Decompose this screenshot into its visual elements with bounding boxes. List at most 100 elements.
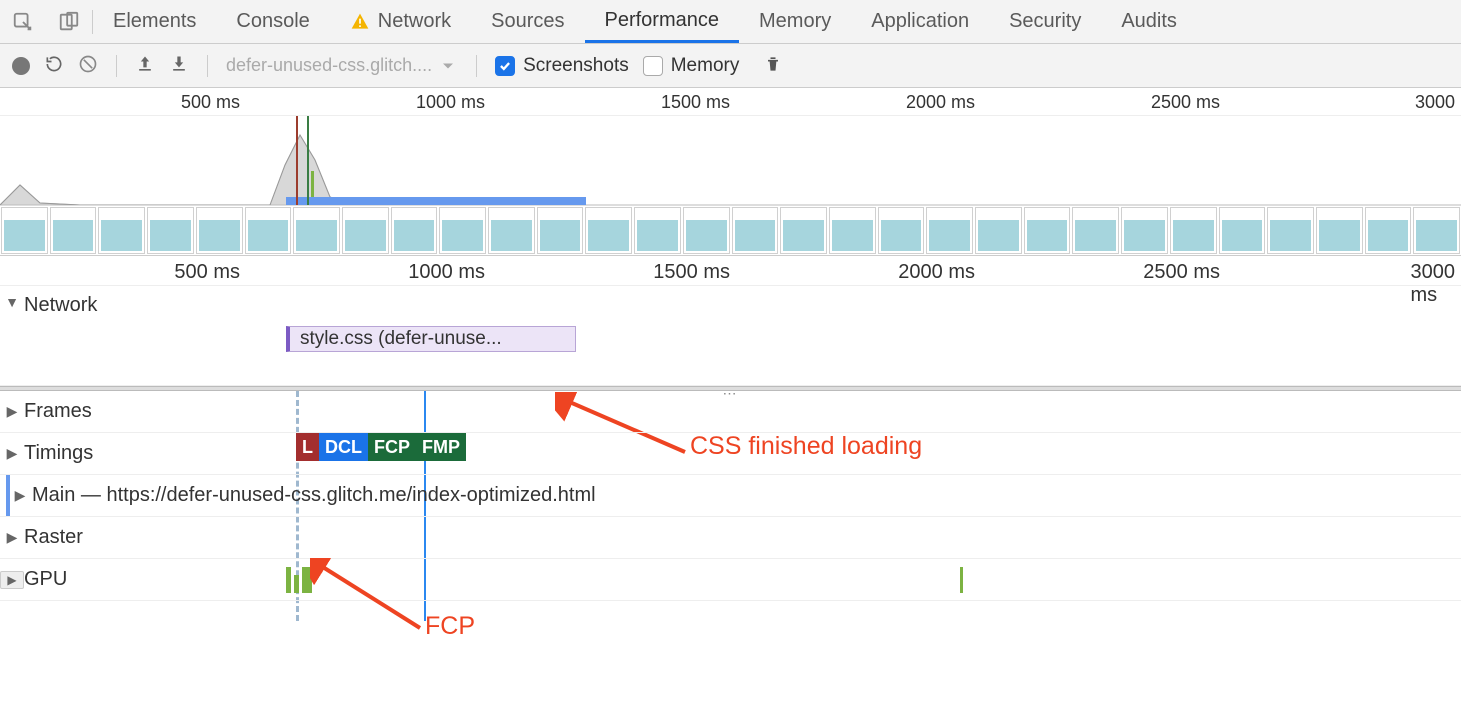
filmstrip-frame[interactable]	[537, 207, 584, 254]
filmstrip-frame[interactable]	[585, 207, 632, 254]
tab-label: Sources	[491, 10, 564, 33]
ruler-tick: 2500 ms	[1143, 261, 1220, 284]
detail-ruler[interactable]: 500 ms1000 ms1500 ms2000 ms2500 ms3000 m…	[0, 256, 1461, 286]
filmstrip-frame[interactable]	[293, 207, 340, 254]
filmstrip-frame[interactable]	[926, 207, 973, 254]
tab-audits[interactable]: Audits	[1101, 0, 1197, 43]
filmstrip-frame[interactable]	[1072, 207, 1119, 254]
filmstrip-frame[interactable]	[1219, 207, 1266, 254]
timing-badge-l[interactable]: L	[296, 433, 319, 461]
devtools-tabs: Elements Console Network Sources Performance…	[0, 0, 1461, 44]
ruler-tick: 500 ms	[181, 92, 240, 113]
filmstrip-frame[interactable]	[391, 207, 438, 254]
tab-label: Elements	[113, 10, 196, 33]
tab-security[interactable]: Security	[989, 0, 1101, 43]
tab-label: Network	[378, 10, 451, 33]
overview-range-bar	[286, 197, 586, 205]
divider	[116, 55, 117, 77]
frames-track[interactable]: ▶ Frames	[0, 391, 1461, 433]
filmstrip-frame[interactable]	[1267, 207, 1314, 254]
filmstrip-frame[interactable]	[1316, 207, 1363, 254]
dropdown-label: defer-unused-css.glitch....	[226, 55, 432, 76]
tab-console[interactable]: Console	[216, 0, 329, 43]
tab-network[interactable]: Network	[330, 0, 471, 43]
main-track-highlight	[6, 475, 10, 516]
filmstrip-frame[interactable]	[1413, 207, 1460, 254]
filmstrip-frame[interactable]	[1024, 207, 1071, 254]
filmstrip-frame[interactable]	[1365, 207, 1412, 254]
network-request-label: style.css (defer-unuse...	[300, 328, 502, 350]
screenshots-label: Screenshots	[523, 55, 629, 77]
download-icon[interactable]	[169, 54, 189, 77]
timings-track[interactable]: ▶ Timings LDCLFCPFMP	[0, 433, 1461, 475]
reload-icon[interactable]	[44, 54, 64, 77]
tab-sources[interactable]: Sources	[471, 0, 584, 43]
filmstrip-frame[interactable]	[50, 207, 97, 254]
filmstrip-frame[interactable]	[245, 207, 292, 254]
filmstrip-frame[interactable]	[1, 207, 48, 254]
filmstrip-frame[interactable]	[98, 207, 145, 254]
screenshots-checkbox[interactable]: Screenshots	[495, 55, 629, 77]
overview-graph[interactable]	[0, 116, 1461, 206]
checkbox-checked-icon	[495, 56, 515, 76]
overview-ruler[interactable]: 500 ms1000 ms1500 ms2000 ms2500 ms3000	[0, 88, 1461, 116]
tab-elements[interactable]: Elements	[93, 0, 216, 43]
timing-badges: LDCLFCPFMP	[296, 433, 466, 461]
network-track[interactable]: ▼ Network style.css (defer-unuse...	[0, 286, 1461, 386]
tab-label: Performance	[605, 9, 720, 32]
filmstrip-frame[interactable]	[1170, 207, 1217, 254]
performance-toolbar: defer-unused-css.glitch.... Screenshots …	[0, 44, 1461, 88]
filmstrip-frame[interactable]	[488, 207, 535, 254]
collapse-arrow-icon[interactable]: ▼	[0, 294, 24, 310]
raster-track-label: Raster	[24, 526, 83, 549]
filmstrip-frame[interactable]	[196, 207, 243, 254]
filmstrip-frame[interactable]	[439, 207, 486, 254]
gpu-track-label: GPU	[24, 568, 67, 591]
lower-tracks: ▶ Frames ▶ Timings LDCLFCPFMP ▶ Main — h…	[0, 391, 1461, 601]
timing-badge-fmp[interactable]: FMP	[416, 433, 466, 461]
device-toggle-icon[interactable]	[46, 0, 92, 43]
tab-label: Memory	[759, 10, 831, 33]
filmstrip-frame[interactable]	[732, 207, 779, 254]
inspect-icon[interactable]	[0, 0, 46, 43]
record-button[interactable]	[12, 57, 30, 75]
tab-label: Audits	[1121, 10, 1177, 33]
divider	[476, 55, 477, 77]
screenshot-filmstrip[interactable]	[0, 206, 1461, 256]
tab-memory[interactable]: Memory	[739, 0, 851, 43]
expand-arrow-icon[interactable]: ▶	[0, 529, 24, 546]
filmstrip-frame[interactable]	[975, 207, 1022, 254]
recording-selector[interactable]: defer-unused-css.glitch....	[226, 55, 458, 76]
filmstrip-frame[interactable]	[683, 207, 730, 254]
ruler-tick: 2000 ms	[898, 261, 975, 284]
timing-badge-fcp[interactable]: FCP	[368, 433, 416, 461]
expand-arrow-icon[interactable]: ▶	[0, 403, 24, 420]
expand-arrow-icon[interactable]: ▶	[0, 571, 24, 589]
timing-badge-dcl[interactable]: DCL	[319, 433, 368, 461]
gpu-track[interactable]: ▶ GPU	[0, 559, 1461, 601]
raster-track[interactable]: ▶ Raster	[0, 517, 1461, 559]
filmstrip-frame[interactable]	[780, 207, 827, 254]
upload-icon[interactable]	[135, 54, 155, 77]
gpu-activity-bars	[286, 567, 312, 593]
clear-icon[interactable]	[78, 54, 98, 77]
tabs-container: Elements Console Network Sources Performance…	[93, 0, 1197, 43]
filmstrip-frame[interactable]	[1121, 207, 1168, 254]
filmstrip-frame[interactable]	[147, 207, 194, 254]
filmstrip-frame[interactable]	[829, 207, 876, 254]
filmstrip-frame[interactable]	[878, 207, 925, 254]
network-request-block[interactable]: style.css (defer-unuse...	[286, 326, 576, 352]
ruler-tick: 2000 ms	[906, 92, 975, 113]
tab-performance[interactable]: Performance	[585, 0, 740, 43]
delete-icon[interactable]	[763, 54, 783, 77]
filmstrip-frame[interactable]	[634, 207, 681, 254]
tab-application[interactable]: Application	[851, 0, 989, 43]
main-track[interactable]: ▶ Main — https://defer-unused-css.glitch…	[0, 475, 1461, 517]
filmstrip-frame[interactable]	[342, 207, 389, 254]
expand-arrow-icon[interactable]: ▶	[8, 487, 32, 504]
annotation-fcp-label: FCP	[425, 612, 475, 641]
ruler-tick: 3000	[1415, 92, 1455, 113]
expand-arrow-icon[interactable]: ▶	[0, 445, 24, 462]
ruler-tick: 2500 ms	[1151, 92, 1220, 113]
memory-checkbox[interactable]: Memory	[643, 55, 740, 77]
